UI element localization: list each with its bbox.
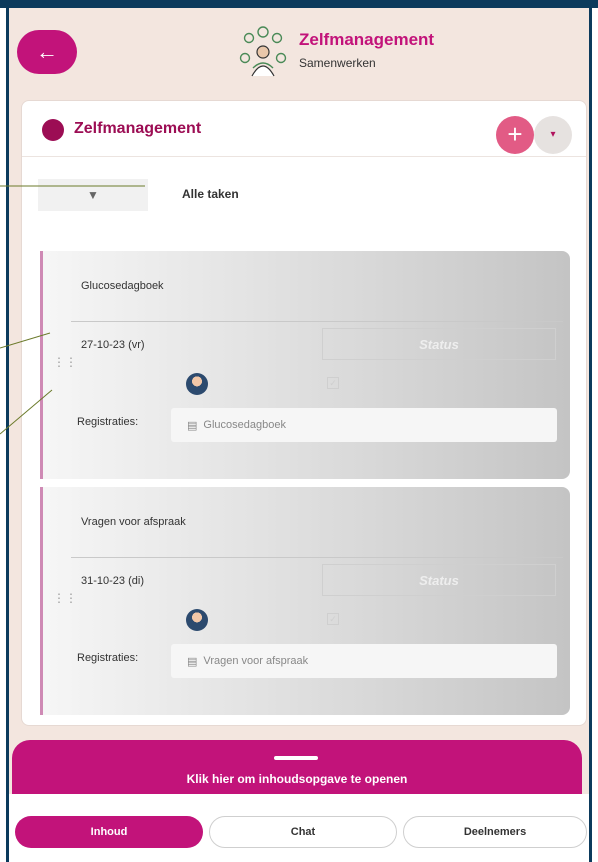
task-title: Vragen voor afspraak — [81, 516, 186, 528]
nav-deelnemers-button[interactable]: Deelnemers — [403, 816, 587, 848]
task-divider — [71, 557, 563, 558]
people-network-icon — [239, 26, 287, 77]
add-task-button[interactable]: + — [496, 116, 534, 154]
chevron-down-icon: ▾ — [550, 129, 556, 140]
drag-handle-icon[interactable]: ⋮⋮ — [53, 591, 77, 605]
bottom-nav: Inhoud Chat Deelnemers — [9, 794, 589, 862]
header-subtitle: Samenwerken — [299, 56, 376, 70]
task-checkbox[interactable]: ✓ — [327, 377, 339, 389]
top-border — [0, 0, 598, 8]
status-select[interactable]: Status — [322, 328, 556, 360]
module-card: Zelfmanagement + ▾ ▼ Alle taken Glucosed… — [21, 100, 587, 726]
app-frame: ← Zelfmanagement Samenwerken Zelfmanagem… — [6, 8, 592, 862]
registration-name: Glucosedagboek — [203, 419, 286, 431]
status-placeholder: Status — [419, 336, 459, 352]
back-button[interactable]: ← — [17, 30, 77, 74]
task-item[interactable]: Glucosedagboek 27-10-23 (vr) Status ⋮⋮ ✓… — [40, 251, 570, 479]
header-title: Zelfmanagement — [299, 30, 435, 49]
registration-link[interactable]: ▤ Glucosedagboek — [171, 408, 557, 442]
nav-inhoud-button[interactable]: Inhoud — [15, 816, 203, 848]
task-item[interactable]: Vragen voor afspraak 31-10-23 (di) Statu… — [40, 487, 570, 715]
card-title: Zelfmanagement — [74, 120, 202, 137]
task-title: Glucosedagboek — [81, 280, 164, 292]
registrations-label: Registraties: — [77, 416, 139, 428]
card-header: Zelfmanagement + ▾ — [22, 101, 586, 157]
task-date: 31-10-23 (di) — [81, 575, 144, 587]
task-date: 27-10-23 (vr) — [81, 339, 145, 351]
registration-name: Vragen voor afspraak — [203, 655, 309, 667]
document-icon: ▤ — [187, 419, 198, 432]
status-select[interactable]: Status — [322, 564, 556, 596]
filter-label: Alle taken — [182, 187, 239, 201]
document-icon: ▤ — [187, 655, 198, 668]
card-dropdown-button[interactable]: ▾ — [534, 116, 572, 154]
toc-toggle-bar[interactable]: Klik hier om inhoudsopgave te openen — [12, 740, 582, 794]
drag-handle — [274, 756, 318, 760]
task-checkbox[interactable]: ✓ — [327, 613, 339, 625]
plus-icon: + — [507, 119, 523, 149]
nav-chat-button[interactable]: Chat — [209, 816, 397, 848]
status-placeholder: Status — [419, 572, 459, 588]
filter-icon: ▼ — [87, 188, 99, 202]
module-color-dot — [42, 119, 64, 141]
drag-handle-icon[interactable]: ⋮⋮ — [53, 355, 77, 369]
avatar — [186, 609, 208, 631]
registrations-label: Registraties: — [77, 652, 139, 664]
filter-button[interactable]: ▼ — [38, 179, 148, 211]
task-divider — [71, 321, 563, 322]
toc-text: Klik hier om inhoudsopgave te openen — [186, 772, 408, 786]
arrow-left-icon: ← — [36, 39, 58, 64]
avatar — [186, 373, 208, 395]
registration-link[interactable]: ▤ Vragen voor afspraak — [171, 644, 557, 678]
